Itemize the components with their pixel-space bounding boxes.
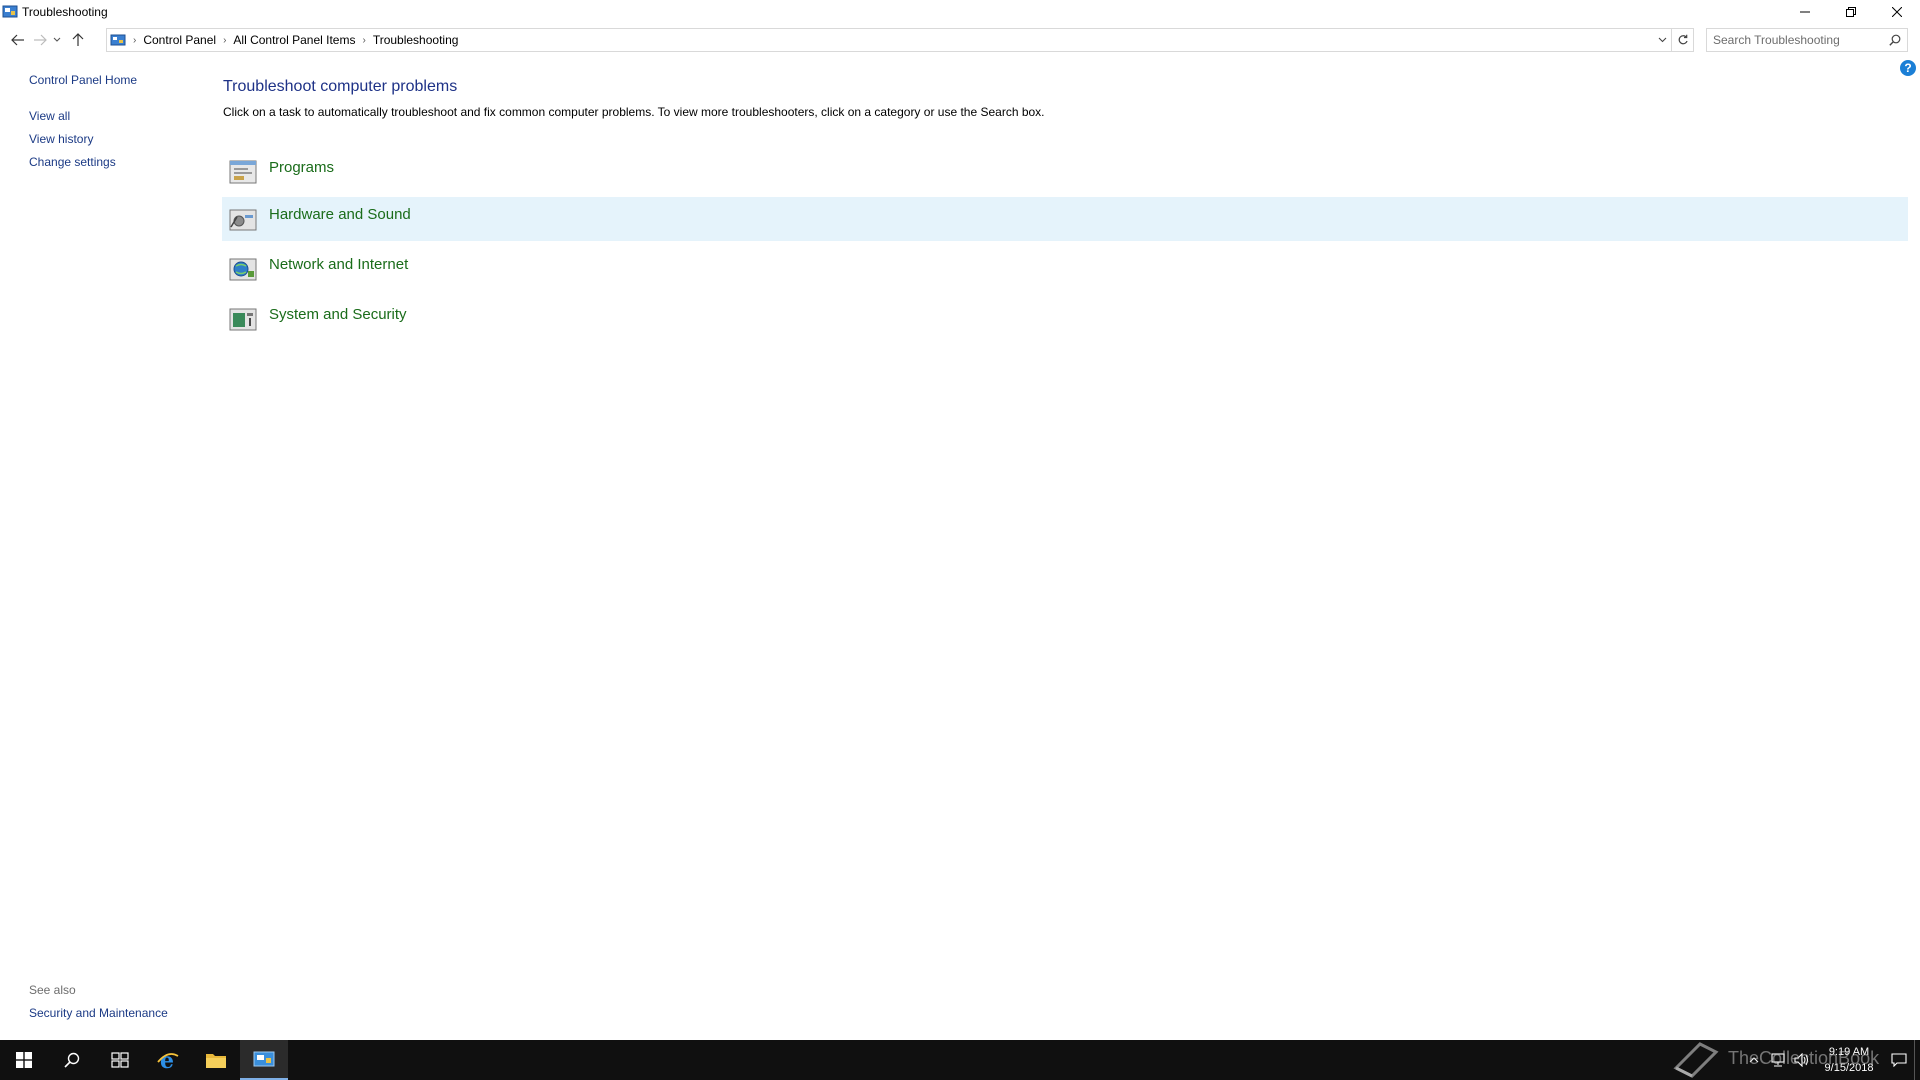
breadcrumb-separator: ›	[133, 34, 137, 46]
hardware-sound-icon	[229, 209, 257, 231]
search-icon[interactable]	[1889, 34, 1901, 46]
control-panel-icon	[253, 1051, 275, 1067]
network-tray-button[interactable]	[1766, 1040, 1790, 1080]
programs-icon	[229, 160, 257, 184]
view-history-link[interactable]: View history	[29, 132, 93, 146]
task-view-button[interactable]	[96, 1040, 144, 1080]
speaker-icon	[1794, 1053, 1809, 1067]
close-button[interactable]	[1874, 0, 1920, 24]
minimize-icon	[1800, 11, 1810, 13]
svg-text:e: e	[160, 1048, 174, 1072]
folder-icon	[206, 1054, 226, 1068]
change-settings-link[interactable]: Change settings	[29, 155, 116, 169]
see-also-heading: See also	[29, 983, 76, 997]
system-tray: 9:19 AM 9/15/2018	[1742, 1040, 1920, 1080]
show-desktop-button[interactable]	[1914, 1040, 1920, 1080]
chevron-down-icon	[53, 37, 61, 42]
clock-date: 9/15/2018	[1824, 1062, 1874, 1074]
windows-logo-icon	[16, 1052, 32, 1068]
control-panel-location-icon	[110, 34, 126, 46]
address-history-button[interactable]	[1653, 37, 1671, 43]
close-icon	[1892, 7, 1902, 17]
internet-explorer-button[interactable]: e	[144, 1040, 192, 1080]
taskbar-search-button[interactable]	[48, 1040, 96, 1080]
forward-button[interactable]	[30, 28, 50, 52]
category-label[interactable]: Programs	[269, 159, 334, 176]
restore-button[interactable]	[1828, 0, 1874, 24]
notification-icon	[1891, 1053, 1907, 1067]
arrow-up-icon	[72, 33, 84, 46]
action-center-button[interactable]	[1884, 1040, 1914, 1080]
breadcrumb-separator[interactable]: ›	[223, 35, 226, 46]
restore-icon	[1846, 7, 1856, 17]
chevron-down-icon	[1658, 37, 1666, 43]
breadcrumb-control-panel[interactable]: Control Panel	[143, 33, 216, 47]
search-icon	[64, 1052, 80, 1068]
window-title: Troubleshooting	[22, 5, 108, 19]
title-bar: Troubleshooting	[0, 0, 1920, 24]
category-system-security[interactable]: System and Security	[222, 297, 1908, 341]
address-bar-controls	[1653, 29, 1693, 51]
clock-time: 9:19 AM	[1828, 1046, 1870, 1058]
category-label[interactable]: System and Security	[269, 306, 407, 323]
breadcrumb-all-items[interactable]: All Control Panel Items	[233, 33, 355, 47]
window-controls	[1782, 0, 1920, 24]
category-programs[interactable]: Programs	[222, 150, 1908, 194]
file-explorer-button[interactable]	[192, 1040, 240, 1080]
control-panel-home-link[interactable]: Control Panel Home	[29, 73, 137, 87]
breadcrumb-troubleshooting[interactable]: Troubleshooting	[373, 33, 459, 47]
network-icon	[1771, 1053, 1785, 1067]
category-hardware-sound[interactable]: Hardware and Sound	[222, 197, 1908, 241]
chevron-up-icon	[1749, 1057, 1759, 1063]
clock[interactable]: 9:19 AM 9/15/2018	[1814, 1044, 1884, 1076]
security-maintenance-link[interactable]: Security and Maintenance	[29, 1006, 168, 1020]
control-panel-icon	[2, 5, 18, 18]
help-icon[interactable]: ?	[1900, 60, 1916, 76]
internet-explorer-icon: e	[157, 1048, 179, 1072]
control-panel-taskbar-button[interactable]	[240, 1040, 288, 1080]
start-button[interactable]	[0, 1040, 48, 1080]
network-internet-icon	[229, 258, 257, 281]
left-pane: Control Panel Home View all View history…	[0, 60, 200, 1030]
minimize-button[interactable]	[1782, 0, 1828, 24]
breadcrumb-separator[interactable]: ›	[362, 35, 365, 46]
search-box[interactable]	[1706, 28, 1908, 52]
volume-tray-button[interactable]	[1790, 1040, 1814, 1080]
system-security-icon	[229, 308, 257, 331]
page-title: Troubleshoot computer problems	[223, 78, 458, 95]
recent-locations-button[interactable]	[50, 28, 64, 52]
refresh-icon	[1678, 34, 1688, 45]
search-input[interactable]	[1711, 32, 1881, 48]
taskbar: e 9:19 AM 9/15/2018	[0, 1040, 1920, 1080]
show-hidden-icons-button[interactable]	[1742, 1040, 1766, 1080]
arrow-right-icon	[34, 34, 47, 46]
navigation-bar: › Control Panel › All Control Panel Item…	[0, 28, 1920, 52]
view-all-link[interactable]: View all	[29, 109, 70, 123]
back-button[interactable]	[8, 28, 28, 52]
address-bar[interactable]: › Control Panel › All Control Panel Item…	[106, 28, 1694, 52]
up-button[interactable]	[68, 28, 88, 52]
category-network-internet[interactable]: Network and Internet	[222, 247, 1908, 291]
task-view-icon	[111, 1052, 129, 1068]
category-label[interactable]: Hardware and Sound	[269, 206, 411, 223]
page-description: Click on a task to automatically trouble…	[223, 105, 1045, 119]
arrow-left-icon	[11, 34, 24, 46]
refresh-button[interactable]	[1671, 29, 1693, 51]
category-label[interactable]: Network and Internet	[269, 256, 408, 273]
